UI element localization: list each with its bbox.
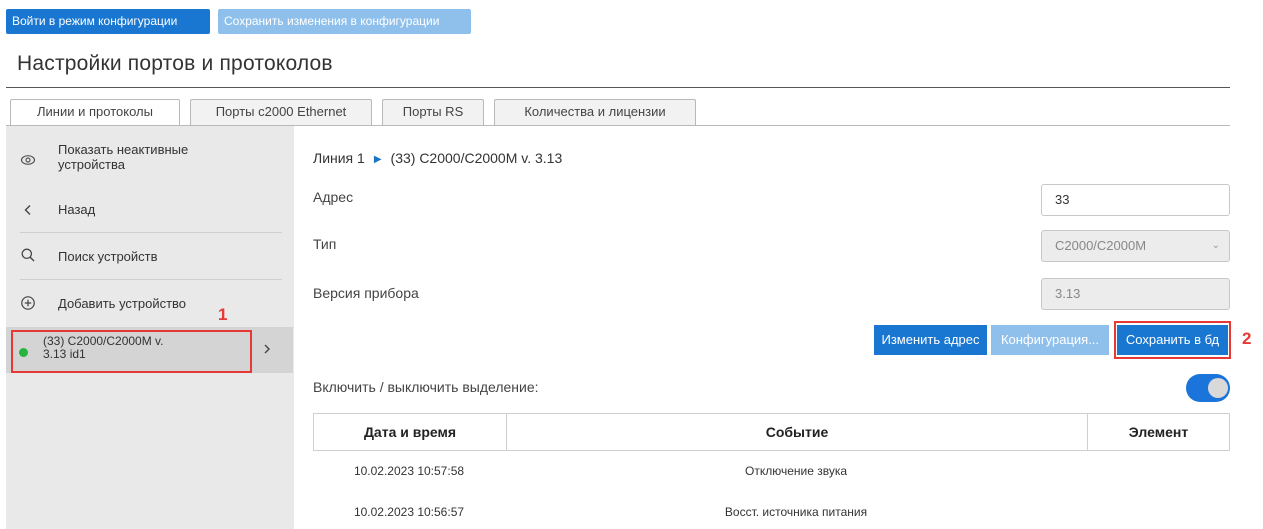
page-title: Настройки портов и протоколов [17,52,333,75]
breadcrumb: Линия 1 ▶ (33) С2000/С2000М v. 3.13 [313,150,562,166]
add-device-label: Добавить устройство [58,296,187,311]
show-inactive-devices-toggle[interactable]: Показать неактивные устройства [0,142,288,182]
eye-icon [20,152,36,168]
annotation-box-1 [11,330,252,373]
column-header-datetime[interactable]: Дата и время [314,414,506,450]
version-field: 3.13 [1041,278,1230,310]
sidebar-divider [20,232,282,233]
column-header-element[interactable]: Элемент [1088,414,1229,450]
breadcrumb-device: (33) С2000/С2000М v. 3.13 [390,150,563,166]
configuration-button: Конфигурация... [991,325,1109,355]
tab-c2000-ethernet-ports[interactable]: Порты с2000 Ethernet [190,99,372,125]
address-input[interactable]: 33 [1041,184,1230,216]
breadcrumb-line[interactable]: Линия 1 [313,150,365,166]
show-inactive-label-line2: устройства [58,157,125,172]
show-inactive-label-line1: Показать неактивные [58,142,189,157]
column-header-event[interactable]: Событие [507,414,1087,450]
type-select: С2000/С2000М ⌄ [1041,230,1230,262]
toggle-knob[interactable] [1208,378,1228,398]
annotation-number-2: 2 [1242,329,1252,348]
table-cell-event: Восст. источника питания [724,505,868,519]
sidebar-divider [20,279,282,280]
annotation-box-2 [1114,321,1231,359]
tab-rs-ports[interactable]: Порты RS [382,99,484,125]
plus-circle-icon [20,295,36,311]
type-label: Тип [313,236,337,252]
annotation-number-1: 1 [218,305,228,324]
highlight-toggle-label: Включить / выключить выделение: [313,379,539,395]
change-address-button[interactable]: Изменить адрес [874,325,987,355]
search-devices-label: Поиск устройств [58,249,158,264]
back-label: Назад [58,202,96,217]
triangle-right-icon: ▶ [373,154,382,165]
chevron-down-icon: ⌄ [1211,240,1220,251]
table-cell-datetime: 10.02.2023 10:56:57 [353,505,465,519]
version-label: Версия прибора [313,285,419,301]
chevron-left-icon [20,202,36,218]
table-cell-event: Отключение звука [744,464,848,478]
table-cell-datetime: 10.02.2023 10:57:58 [353,464,465,478]
events-table-header: Дата и время Событие Элемент [313,413,1230,451]
enter-config-mode-button[interactable]: Войти в режим конфигурации [6,9,210,34]
add-device-button[interactable]: Добавить устройство [0,294,288,314]
tab-lines-protocols[interactable]: Линии и протоколы [10,99,180,126]
type-select-value: С2000/С2000М [1055,238,1147,253]
chevron-right-icon[interactable] [262,342,272,359]
search-devices-button[interactable]: Поиск устройств [0,246,288,266]
back-button[interactable]: Назад [0,200,288,220]
save-config-changes-button: Сохранить изменения в конфигурации [218,9,471,34]
tab-counts-licenses[interactable]: Количества и лицензии [494,99,696,125]
title-divider [6,87,1230,88]
search-icon [20,247,36,263]
address-label: Адрес [313,189,354,205]
